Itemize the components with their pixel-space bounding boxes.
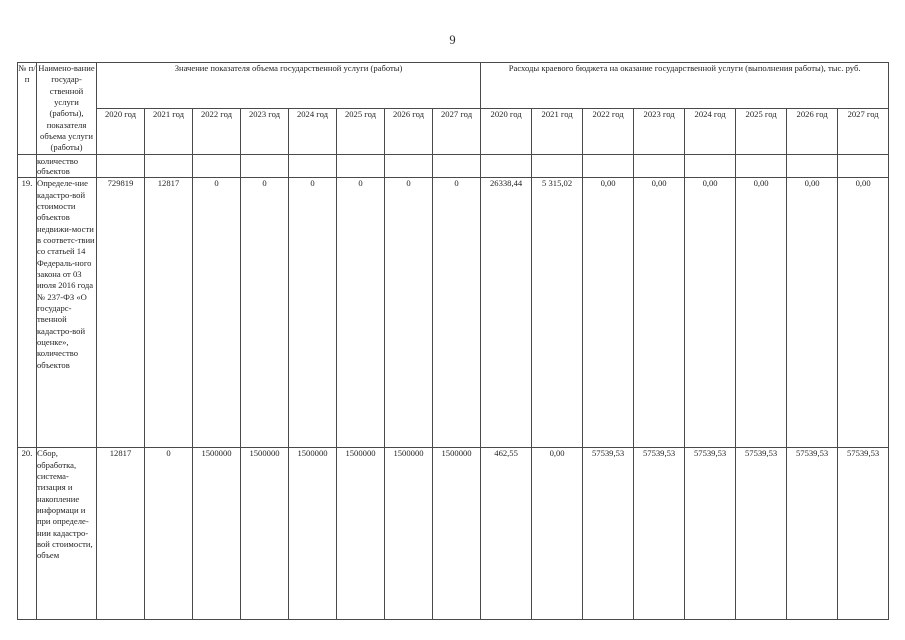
row-service-name: количество объектов [36,153,97,179]
header-expense-year-2025: 2025 год [735,107,788,155]
row-volume-2022: 1500000 [192,447,241,621]
header-volume-year-2021: 2021 год [144,107,193,155]
row-volume-2022 [192,153,241,179]
table-row: количество объектов [17,153,890,179]
row-volume-2023: 1500000 [240,447,289,621]
row-expense-2021 [531,153,584,179]
header-expense-year-2021: 2021 год [531,107,584,155]
header-volume-year-2026: 2026 год [384,107,433,155]
row-expense-2021: 0,00 [531,447,584,621]
table-header-group-row: № п/ п Наимено-вание государ-ственной ус… [17,62,890,155]
header-volume-year-2025: 2025 год [336,107,385,155]
row-volume-2023 [240,153,289,179]
row-volume-2025: 0 [336,177,385,449]
header-group-volume: Значение показателя объема государственн… [95,62,482,109]
row-volume-2027 [431,153,482,179]
document-page: 9 № п/ п Наимено-вание государ-ственной … [0,0,905,640]
row-expense-2020: 462,55 [480,447,533,621]
row-volume-2026: 0 [384,177,433,449]
header-volume-year-2023: 2023 год [240,107,289,155]
row-expense-2026 [786,153,839,179]
row-expense-2022: 0,00 [582,177,635,449]
header-volume-year-2027: 2027 год [431,107,482,155]
row-volume-2027: 1500000 [431,447,482,621]
row-number: 19. [17,177,37,449]
row-expense-2024: 57539,53 [684,447,737,621]
table-row: 20. Сбор, обработка, система-тизация и н… [17,447,890,621]
header-expense-year-2027: 2027 год [837,107,890,155]
row-expense-2021: 5 315,02 [531,177,584,449]
row-expense-2026: 0,00 [786,177,839,449]
header-expense-year-2020: 2020 год [480,107,533,155]
table-row: 19. Определе-ние кадастро-вой стоимости … [17,177,890,449]
table-header-years-row: 2020 год 2021 год 2022 год 2023 год 2024… [18,107,890,155]
row-expense-2020 [480,153,533,179]
row-expense-2027 [837,153,890,179]
row-expense-2020: 26338,44 [480,177,533,449]
row-volume-2027: 0 [431,177,482,449]
row-expense-2024 [684,153,737,179]
row-expense-2027: 57539,53 [837,447,890,621]
header-expense-year-2023: 2023 год [633,107,686,155]
row-volume-2021: 12817 [144,177,193,449]
page-number: 9 [449,33,456,47]
row-expense-2026: 57539,53 [786,447,839,621]
header-expense-year-2022: 2022 год [582,107,635,155]
row-volume-2026: 1500000 [384,447,433,621]
row-expense-2027: 0,00 [837,177,890,449]
row-service-name: Сбор, обработка, система-тизация и накоп… [36,447,97,621]
row-volume-2022: 0 [192,177,241,449]
row-expense-2023: 57539,53 [633,447,686,621]
row-number: 20. [17,447,37,621]
header-volume-year-2022: 2022 год [192,107,241,155]
row-expense-2023: 0,00 [633,177,686,449]
row-expense-2023 [633,153,686,179]
row-expense-2025: 0,00 [735,177,788,449]
row-volume-2024: 0 [288,177,337,449]
header-group-expense: Расходы краевого бюджета на оказание гос… [480,62,890,109]
header-volume-year-2020: 2020 год [96,107,145,155]
row-volume-2020 [96,153,145,179]
budget-indicators-table: № п/ п Наимено-вание государ-ственной ус… [17,62,890,621]
row-volume-2026 [384,153,433,179]
row-expense-2022 [582,153,635,179]
row-expense-2025 [735,153,788,179]
header-row-number: № п/ п [17,62,37,155]
row-volume-2024 [288,153,337,179]
row-volume-2020: 12817 [96,447,145,621]
row-expense-2024: 0,00 [684,177,737,449]
row-volume-2020: 729819 [96,177,145,449]
row-volume-2025 [336,153,385,179]
row-volume-2024: 1500000 [288,447,337,621]
header-service-name: Наимено-вание государ-ственной услуги (р… [36,62,97,155]
row-volume-2021: 0 [144,447,193,621]
row-volume-2021 [144,153,193,179]
header-expense-year-2026: 2026 год [786,107,839,155]
row-number [17,153,37,179]
header-volume-year-2024: 2024 год [288,107,337,155]
header-expense-year-2024: 2024 год [684,107,737,155]
row-volume-2023: 0 [240,177,289,449]
row-volume-2025: 1500000 [336,447,385,621]
row-service-name: Определе-ние кадастро-вой стоимости объе… [36,177,97,449]
row-expense-2022: 57539,53 [582,447,635,621]
row-expense-2025: 57539,53 [735,447,788,621]
